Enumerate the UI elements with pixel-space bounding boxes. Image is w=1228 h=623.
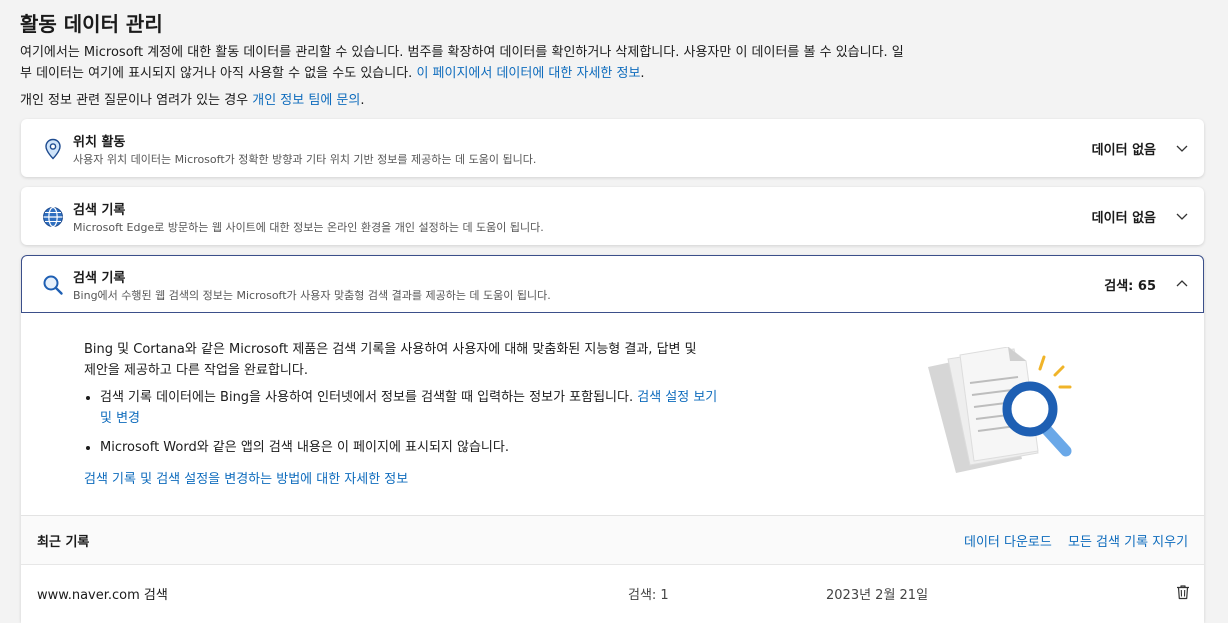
history-count: 검색: 1 xyxy=(628,584,669,603)
page-title: 활동 데이터 관리 xyxy=(20,8,163,37)
card-description: Microsoft Edge로 방문하는 웹 사이트에 대한 정보는 온라인 환… xyxy=(73,219,544,235)
location-pin-icon xyxy=(41,137,65,161)
globe-icon xyxy=(41,205,65,229)
card-location-activity[interactable]: 위치 활동 사용자 위치 데이터는 Microsoft가 정확한 방향과 기타 … xyxy=(21,119,1204,177)
card-description: Bing에서 수행된 웹 검색의 정보는 Microsoft가 사용자 맞춤형 … xyxy=(73,287,551,303)
list-item: Microsoft Word와 같은 앱의 검색 내용은 이 페이지에 표시되지… xyxy=(100,437,720,458)
card-search-history: 검색 기록 Bing에서 수행된 웹 검색의 정보는 Microsoft가 사용… xyxy=(21,255,1204,622)
card-description: 사용자 위치 데이터는 Microsoft가 정확한 방향과 기타 위치 기반 … xyxy=(73,151,536,167)
card-status: 데이터 없음 xyxy=(1092,207,1156,226)
privacy-end: . xyxy=(360,93,364,108)
search-history-more-info-link[interactable]: 검색 기록 및 검색 설정을 변경하는 방법에 대한 자세한 정보 xyxy=(84,468,408,487)
card-header[interactable]: 위치 활동 사용자 위치 데이터는 Microsoft가 정확한 방향과 기타 … xyxy=(21,119,1204,177)
search-history-details: Bing 및 Cortana와 같은 Microsoft 제품은 검색 기록을 … xyxy=(21,313,1204,513)
card-title: 검색 기록 xyxy=(73,267,125,286)
note-text: 검색 기록 데이터에는 Bing을 사용하여 인터넷에서 정보를 검색할 때 입… xyxy=(100,390,637,405)
card-title: 검색 기록 xyxy=(73,199,125,218)
privacy-body: 개인 정보 관련 질문이나 염려가 있는 경우 xyxy=(20,93,252,108)
clear-all-history-link[interactable]: 모든 검색 기록 지우기 xyxy=(1068,531,1188,550)
card-status: 검색: 65 xyxy=(1104,275,1156,294)
search-history-notes: 검색 기록 데이터에는 Bing을 사용하여 인터넷에서 정보를 검색할 때 입… xyxy=(84,387,720,466)
card-header[interactable]: 검색 기록 Microsoft Edge로 방문하는 웹 사이트에 대한 정보는… xyxy=(21,187,1204,245)
intro-text: 여기에서는 Microsoft 계정에 대한 활동 데이터를 관리할 수 있습니… xyxy=(20,42,910,84)
trash-icon[interactable] xyxy=(1174,583,1192,601)
search-document-illustration xyxy=(926,347,1076,477)
privacy-text: 개인 정보 관련 질문이나 염려가 있는 경우 개인 정보 팀에 문의. xyxy=(20,90,364,111)
card-title: 위치 활동 xyxy=(73,131,125,150)
download-data-link[interactable]: 데이터 다운로드 xyxy=(964,531,1052,550)
history-query: www.naver.com 검색 xyxy=(37,584,168,603)
recent-history-section: 최근 기록 데이터 다운로드 모든 검색 기록 지우기 www.naver.co… xyxy=(21,515,1204,623)
card-header[interactable]: 검색 기록 Bing에서 수행된 웹 검색의 정보는 Microsoft가 사용… xyxy=(21,255,1204,313)
search-history-description: Bing 및 Cortana와 같은 Microsoft 제품은 검색 기록을 … xyxy=(84,339,704,381)
list-item: 검색 기록 데이터에는 Bing을 사용하여 인터넷에서 정보를 검색할 때 입… xyxy=(100,387,720,429)
table-row: www.naver.com 검색 검색: 1 2023년 2월 21일 xyxy=(21,565,1204,623)
chevron-down-icon[interactable] xyxy=(1174,140,1190,156)
card-status: 데이터 없음 xyxy=(1092,139,1156,158)
recent-history-title: 최근 기록 xyxy=(37,531,89,550)
intro-end: . xyxy=(640,66,644,81)
note-text: Microsoft Word와 같은 앱의 검색 내용은 이 페이지에 표시되지… xyxy=(100,440,509,455)
data-info-link[interactable]: 이 페이지에서 데이터에 대한 자세한 정보 xyxy=(416,66,640,81)
card-browsing-history[interactable]: 검색 기록 Microsoft Edge로 방문하는 웹 사이트에 대한 정보는… xyxy=(21,187,1204,245)
chevron-down-icon[interactable] xyxy=(1174,208,1190,224)
chevron-up-icon[interactable] xyxy=(1174,276,1190,292)
privacy-team-link[interactable]: 개인 정보 팀에 문의 xyxy=(252,93,360,108)
history-date: 2023년 2월 21일 xyxy=(826,584,928,603)
search-icon xyxy=(41,273,65,297)
